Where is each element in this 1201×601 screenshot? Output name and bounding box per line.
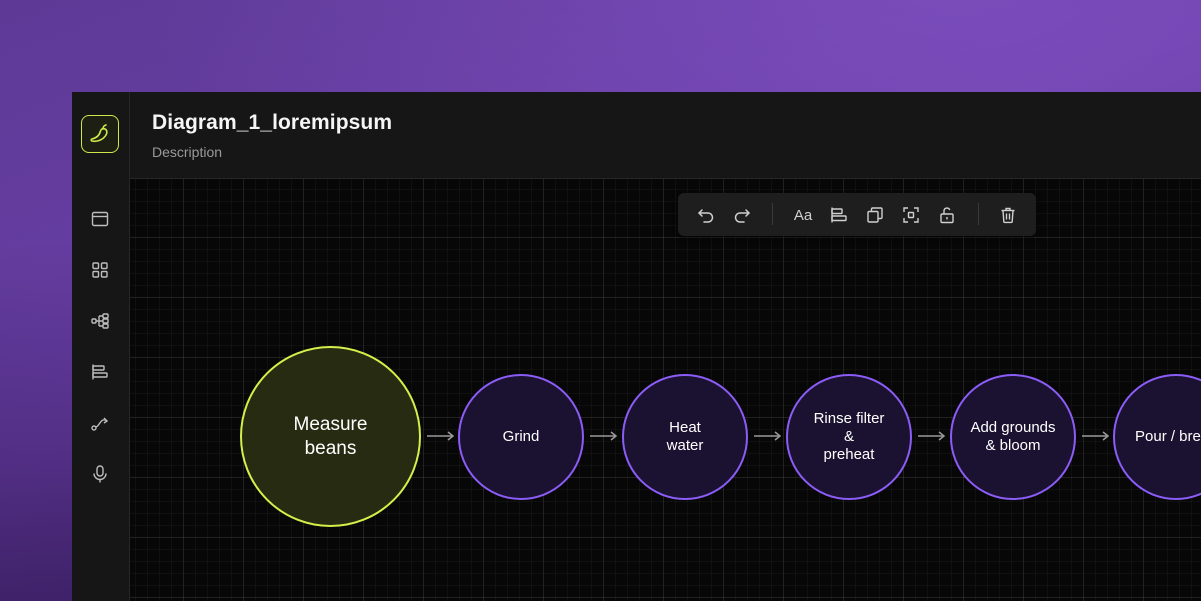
diagram-node[interactable]: Rinse filter & preheat [786,374,912,500]
toolbar-divider [772,203,773,225]
unlock-icon[interactable] [936,204,958,226]
grid-icon[interactable] [89,259,111,281]
arrow-connector [754,431,782,441]
diagram-node[interactable]: Grind [458,374,584,500]
arrow-connector [1082,431,1110,441]
node-label: Grind [502,428,540,445]
node-label: Pour / bre [1135,428,1201,445]
diagram-node[interactable]: Measure beans [240,346,421,527]
page-description[interactable]: Description [152,144,222,160]
diagram-canvas[interactable]: Aa Measure beans Grind Heat water Rinse … [130,179,1201,601]
sidebar [72,92,130,601]
arrow-connector [918,431,946,441]
redo-icon[interactable] [731,204,753,226]
node-label: Measure beans [293,413,368,459]
chili-pepper-icon[interactable] [81,115,119,153]
microphone-icon[interactable] [89,463,111,485]
toolbar-divider [978,203,979,225]
path-curve-icon[interactable] [89,412,111,434]
node-label: Add grounds & bloom [970,419,1056,454]
undo-icon[interactable] [695,204,717,226]
diagram-node[interactable]: Add grounds & bloom [950,374,1076,500]
hierarchy-icon[interactable] [89,310,111,332]
node-label: Rinse filter & preheat [813,410,885,463]
align-bars-icon[interactable] [89,361,111,383]
arrow-connector [590,431,618,441]
duplicate-icon[interactable] [864,204,886,226]
arrow-connector [427,431,455,441]
floating-toolbar: Aa [678,193,1036,236]
select-frame-icon[interactable] [900,204,922,226]
diagram-node[interactable]: Heat water [622,374,748,500]
node-label: Heat water [666,419,704,454]
trash-icon[interactable] [997,204,1019,226]
diagram-node[interactable]: Pour / bre [1113,374,1201,500]
window-icon[interactable] [89,208,111,230]
text-format-icon[interactable]: Aa [791,204,815,226]
page-title[interactable]: Diagram_1_loremipsum [152,111,392,135]
header: Diagram_1_loremipsum Description [130,92,1201,179]
align-left-icon[interactable] [828,204,850,226]
app-window: Diagram_1_loremipsum Description Aa Meas… [72,92,1201,601]
